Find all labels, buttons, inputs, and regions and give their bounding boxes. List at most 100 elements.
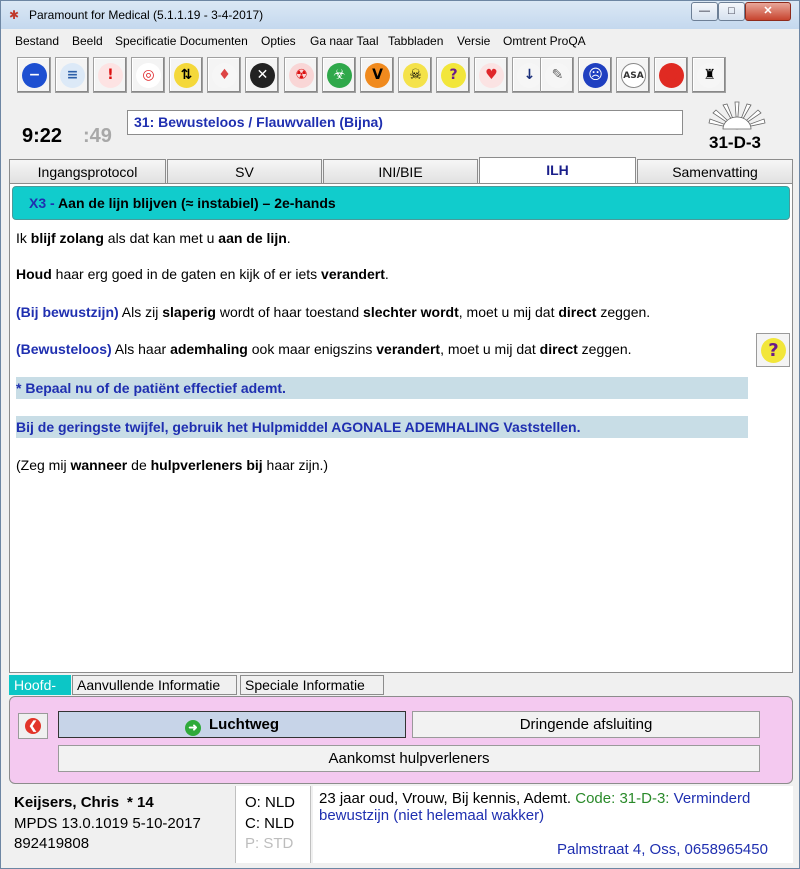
title-bar[interactable]: ✱ Paramount for Medical (5.1.1.19 - 3-4-… [1, 1, 799, 29]
cancel-button[interactable]: ✕ [245, 57, 279, 93]
text-run: (Bij bewustzijn) [16, 304, 119, 320]
question-button[interactable]: ? [436, 57, 470, 93]
case-summary: 23 jaar oud, Vrouw, Bij kennis, Ademt. C… [313, 786, 793, 863]
instructions-panel: X3 - Aan de lijn blijven (≈ instabiel) –… [9, 183, 793, 673]
heart-hands-icon: ♥ [479, 63, 504, 88]
text-run: (Bewusteloos) [16, 341, 112, 357]
menu-bestand[interactable]: Bestand [15, 34, 59, 48]
asa-icon: ASA [621, 63, 646, 88]
violence-icon: V [365, 63, 390, 88]
tab-speciale-informatie[interactable]: Speciale Informatie [240, 675, 384, 695]
instruction-p2: Houd haar erg goed in de gaten en kijk o… [16, 266, 389, 282]
text-run: verandert [321, 266, 385, 282]
status-row: 9:22 :49 31: Bewusteloos / Flauwvallen (… [9, 101, 793, 157]
instruction-p5: (Zeg mij wanneer de hulpverleners bij ha… [16, 457, 328, 473]
tab-sv[interactable]: SV [167, 159, 322, 183]
back-arrow-icon: ❮ [25, 718, 41, 734]
text-run: wordt of haar toestand [215, 304, 364, 320]
maximize-button[interactable]: □ [718, 2, 745, 21]
text-run: (Zeg mij [16, 457, 71, 473]
text-run: blijf zolang [30, 230, 104, 246]
target-button[interactable]: ◎ [131, 57, 165, 93]
text-run: , moet u mij dat [458, 304, 559, 320]
tab-hoofd[interactable]: Hoofd- [9, 675, 71, 695]
text-run: , moet u mij dat [440, 341, 540, 357]
close-button[interactable]: ✕ [745, 2, 791, 21]
asa-button[interactable]: ASA [616, 57, 650, 93]
needle-button[interactable]: ✎ [540, 57, 574, 93]
help-button[interactable]: ? [756, 333, 790, 367]
violence-button[interactable]: V [360, 57, 394, 93]
tab-samenvatting[interactable]: Samenvatting [637, 159, 793, 183]
breathing-check-band: * Bepaal nu of de patiënt effectief adem… [16, 377, 748, 399]
text-run: slaperig [162, 304, 216, 320]
case-number: 892419808 [14, 835, 90, 852]
text-run: de [127, 457, 151, 473]
biohazard-icon: ☣ [327, 63, 352, 88]
person-alert-icon: ♦ [212, 63, 237, 88]
mpds-version: MPDS 13.0.1019 5-10-2017 [14, 815, 201, 832]
summary-description-cont: bewustzijn (niet helemaal wakker) [319, 807, 545, 824]
menu-omtrent-proqa[interactable]: Omtrent ProQA [503, 34, 586, 48]
language-info: O: NLD C: NLD P: STD [235, 786, 311, 863]
stop-button[interactable]: − [17, 57, 51, 93]
download-line-icon: ↓ [517, 63, 542, 88]
go-arrow-icon: ➜ [185, 720, 201, 736]
text-run: ook maar enigszins [247, 341, 377, 357]
menu-opties[interactable]: Opties [261, 34, 296, 48]
luchtweg-button[interactable]: ➜ Luchtweg [58, 711, 406, 738]
menu-beeld[interactable]: Beeld [72, 34, 103, 48]
radiation-icon: ☢ [289, 63, 314, 88]
app-window: ✱ Paramount for Medical (5.1.1.19 - 3-4-… [0, 0, 800, 869]
tab-aanvullende-informatie[interactable]: Aanvullende Informatie [72, 675, 237, 695]
text-run: hulpverleners bij [150, 457, 263, 473]
alert-document-icon: ! [98, 63, 123, 88]
text-run: wanneer [70, 457, 128, 473]
document-button[interactable]: ≡ [55, 57, 89, 93]
back-button[interactable]: ❮ [18, 713, 48, 739]
up-down-arrows-icon: ⇅ [174, 63, 199, 88]
caller-info: Keijsers, Chris * 14 MPDS 13.0.1019 5-10… [9, 786, 235, 863]
person-alert-button[interactable]: ♦ [207, 57, 241, 93]
stop-icon: − [22, 63, 47, 88]
face-icon: ☹ [583, 63, 608, 88]
caller-count: * 14 [127, 794, 154, 811]
menu-tabbladen[interactable]: Tabbladen [388, 34, 443, 48]
summary-line-1: 23 jaar oud, Vrouw, Bij kennis, Ademt. C… [319, 790, 750, 807]
tab-ilh[interactable]: ILH [479, 157, 636, 183]
heart-hands-button[interactable]: ♥ [474, 57, 508, 93]
text-run: verandert [376, 341, 441, 357]
navigation-panel: ❮ ➜ Luchtweg Dringende afsluiting Aankoms… [9, 696, 793, 784]
text-run: direct [539, 341, 578, 357]
poison-icon: ☠ [403, 63, 428, 88]
question-icon: ? [761, 338, 786, 363]
instruction-p4: (Bewusteloos) Als haar ademhaling ook ma… [16, 341, 632, 357]
record-stop-button[interactable]: ● [654, 57, 688, 93]
menu-versie[interactable]: Versie [457, 34, 490, 48]
window-title: Paramount for Medical (5.1.1.19 - 3-4-20… [29, 8, 264, 22]
biohazard-button[interactable]: ☣ [322, 57, 356, 93]
menu-specificatie-documenten[interactable]: Specificatie Documenten [115, 34, 248, 48]
radiation-button[interactable]: ☢ [284, 57, 318, 93]
section-header: X3 - Aan de lijn blijven (≈ instabiel) –… [12, 186, 790, 220]
minimize-button[interactable]: — [691, 2, 718, 21]
poison-button[interactable]: ☠ [398, 57, 432, 93]
up-down-arrows-button[interactable]: ⇅ [169, 57, 203, 93]
language-c: C: NLD [245, 815, 295, 832]
alert-document-button[interactable]: ! [93, 57, 127, 93]
tab-ini-bie[interactable]: INI/BIE [323, 159, 478, 183]
tab-ingangsprotocol[interactable]: Ingangsprotocol [9, 159, 166, 183]
face-button[interactable]: ☹ [578, 57, 612, 93]
agonal-breathing-band: Bij de geringste twijfel, gebruik het Hu… [16, 416, 748, 438]
dringende-afsluiting-button[interactable]: Dringende afsluiting [412, 711, 760, 738]
spy-button[interactable]: ♜ [692, 57, 726, 93]
aankomst-hulpverleners-button[interactable]: Aankomst hulpverleners [58, 745, 760, 772]
text-run: zeggen. [596, 304, 651, 320]
menu-ga-naar-taal[interactable]: Ga naar Taal [310, 34, 379, 48]
text-run: direct [558, 304, 597, 320]
spy-icon: ♜ [697, 63, 722, 88]
luchtweg-label: Luchtweg [209, 716, 279, 733]
summary-description: Verminderd [669, 790, 751, 807]
text-run: Houd [16, 266, 52, 282]
address: Palmstraat 4, Oss, 0658965450 [557, 841, 768, 858]
